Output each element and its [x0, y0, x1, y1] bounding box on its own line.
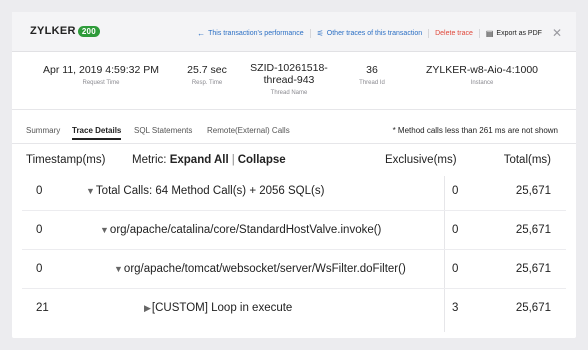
- instance-label: Instance: [470, 80, 494, 86]
- logo-badge: 200: [77, 25, 101, 37]
- row-timestamp: 0: [36, 263, 43, 275]
- table-row[interactable]: 0 ▼Total Calls: 64 Method Call(s) + 2056…: [12, 172, 576, 211]
- row-method-label: [CUSTOM] Loop in execute: [151, 302, 293, 314]
- row-method-name[interactable]: ▶[CUSTOM] Loop in execute: [144, 302, 292, 314]
- trace-panel: ZYLKER 200 ← This transaction's performa…: [12, 12, 576, 338]
- logo-text: ZYLKER: [30, 25, 76, 37]
- delete-trace-link[interactable]: Delete trace: [435, 30, 473, 37]
- row-exclusive: 3: [452, 302, 459, 314]
- metric-separator: |: [231, 154, 235, 166]
- metric-label: Metric:: [132, 154, 167, 166]
- performance-link-label: This transaction's performance: [208, 29, 304, 37]
- export-pdf-label: Export as PDF: [496, 29, 542, 37]
- expand-arrow-icon[interactable]: ▼: [114, 264, 123, 274]
- tab-sql-statements[interactable]: SQL Statements: [134, 126, 192, 135]
- nav-separator: [428, 28, 430, 38]
- row-timestamp: 0: [36, 224, 43, 236]
- expand-all-button[interactable]: Expand All: [170, 154, 229, 166]
- request-time: Apr 11, 2019 4:59:32 PM Request Time: [40, 64, 162, 86]
- row-total: 25,671: [515, 224, 551, 236]
- table-row[interactable]: 21 ▶[CUSTOM] Loop in execute 3 25,671: [12, 289, 576, 328]
- thread-id-value: 36: [366, 64, 378, 76]
- pdf-icon: ▤: [485, 28, 494, 38]
- total-header: Total(ms): [503, 154, 551, 166]
- close-icon[interactable]: ✕: [552, 26, 562, 40]
- thread-name-value-line1: SZID-10261518-: [250, 62, 328, 74]
- metric-header: Metric: Expand All | Collapse: [132, 154, 286, 166]
- app-logo: ZYLKER 200: [30, 25, 101, 37]
- request-time-value: Apr 11, 2019 4:59:32 PM: [43, 64, 159, 76]
- resp-time-label: Resp. Time: [191, 80, 223, 86]
- row-timestamp: 0: [36, 185, 43, 197]
- expand-arrow-icon[interactable]: ▶: [144, 303, 151, 313]
- tab-summary[interactable]: Summary: [26, 126, 60, 135]
- expand-arrow-icon[interactable]: ▼: [86, 186, 95, 196]
- performance-link[interactable]: ← This transaction's performance: [197, 29, 304, 38]
- thread-name-value-line2: thread-943: [263, 74, 315, 86]
- method-calls-note: * Method calls less than 261 ms are not …: [392, 126, 558, 135]
- collapse-button[interactable]: Collapse: [238, 154, 286, 166]
- other-traces-link-label: Other traces of this transaction: [326, 29, 423, 37]
- nav-separator: [309, 28, 311, 38]
- trace-info: Apr 11, 2019 4:59:32 PM Request Time 25.…: [12, 52, 576, 110]
- row-exclusive: 0: [452, 185, 459, 197]
- row-method-name[interactable]: ▼org/apache/tomcat/websocket/server/WsFi…: [114, 263, 406, 275]
- thread-id: 36 Thread Id: [354, 64, 390, 86]
- row-exclusive: 0: [452, 224, 459, 236]
- top-nav: ← This transaction's performance ⚟ Other…: [197, 26, 562, 40]
- row-total: 25,671: [515, 302, 551, 314]
- table-row[interactable]: 0 ▼org/apache/tomcat/websocket/server/Ws…: [12, 250, 576, 289]
- row-method-label: Total Calls: 64 Method Call(s) + 2056 SQ…: [95, 185, 325, 197]
- export-pdf-link[interactable]: ▤ Export as PDF: [486, 29, 542, 38]
- row-method-label: org/apache/tomcat/websocket/server/WsFil…: [123, 263, 406, 275]
- nav-separator: [478, 28, 480, 38]
- thread-name-label: Thread Name: [270, 90, 308, 96]
- resp-time-value: 25.7 sec: [187, 64, 227, 76]
- row-method-name[interactable]: ▼Total Calls: 64 Method Call(s) + 2056 S…: [86, 185, 324, 197]
- exclusive-header: Exclusive(ms): [385, 154, 457, 166]
- row-method-label: org/apache/catalina/core/StandardHostVal…: [109, 224, 382, 236]
- instance: ZYLKER-w8-Aio-4:1000 Instance: [420, 64, 544, 86]
- other-traces-link[interactable]: ⚟ Other traces of this transaction: [317, 29, 423, 38]
- back-arrow-icon: ←: [197, 28, 206, 38]
- table-row[interactable]: 0 ▼org/apache/catalina/core/StandardHost…: [12, 211, 576, 250]
- filter-icon: ⚟: [316, 28, 324, 38]
- row-timestamp: 21: [36, 302, 49, 314]
- row-total: 25,671: [515, 263, 551, 275]
- tab-divider: [12, 143, 576, 144]
- tab-trace-details[interactable]: Trace Details: [72, 126, 122, 140]
- thread-id-label: Thread Id: [359, 80, 385, 86]
- resp-time: 25.7 sec Resp. Time: [180, 64, 234, 86]
- timestamp-header: Timestamp(ms): [26, 154, 106, 166]
- thread-name: SZID-10261518- thread-943 Thread Name: [248, 62, 330, 96]
- tab-remote-calls[interactable]: Remote(External) Calls: [207, 126, 290, 135]
- instance-value: ZYLKER-w8-Aio-4:1000: [425, 64, 539, 76]
- expand-arrow-icon[interactable]: ▼: [100, 225, 109, 235]
- tab-bar: Summary Trace Details SQL Statements Rem…: [12, 126, 576, 144]
- row-exclusive: 0: [452, 263, 459, 275]
- row-total: 25,671: [515, 185, 551, 197]
- top-bar: ZYLKER 200 ← This transaction's performa…: [12, 12, 576, 52]
- row-method-name[interactable]: ▼org/apache/catalina/core/StandardHostVa…: [100, 224, 381, 236]
- request-time-label: Request Time: [82, 80, 120, 86]
